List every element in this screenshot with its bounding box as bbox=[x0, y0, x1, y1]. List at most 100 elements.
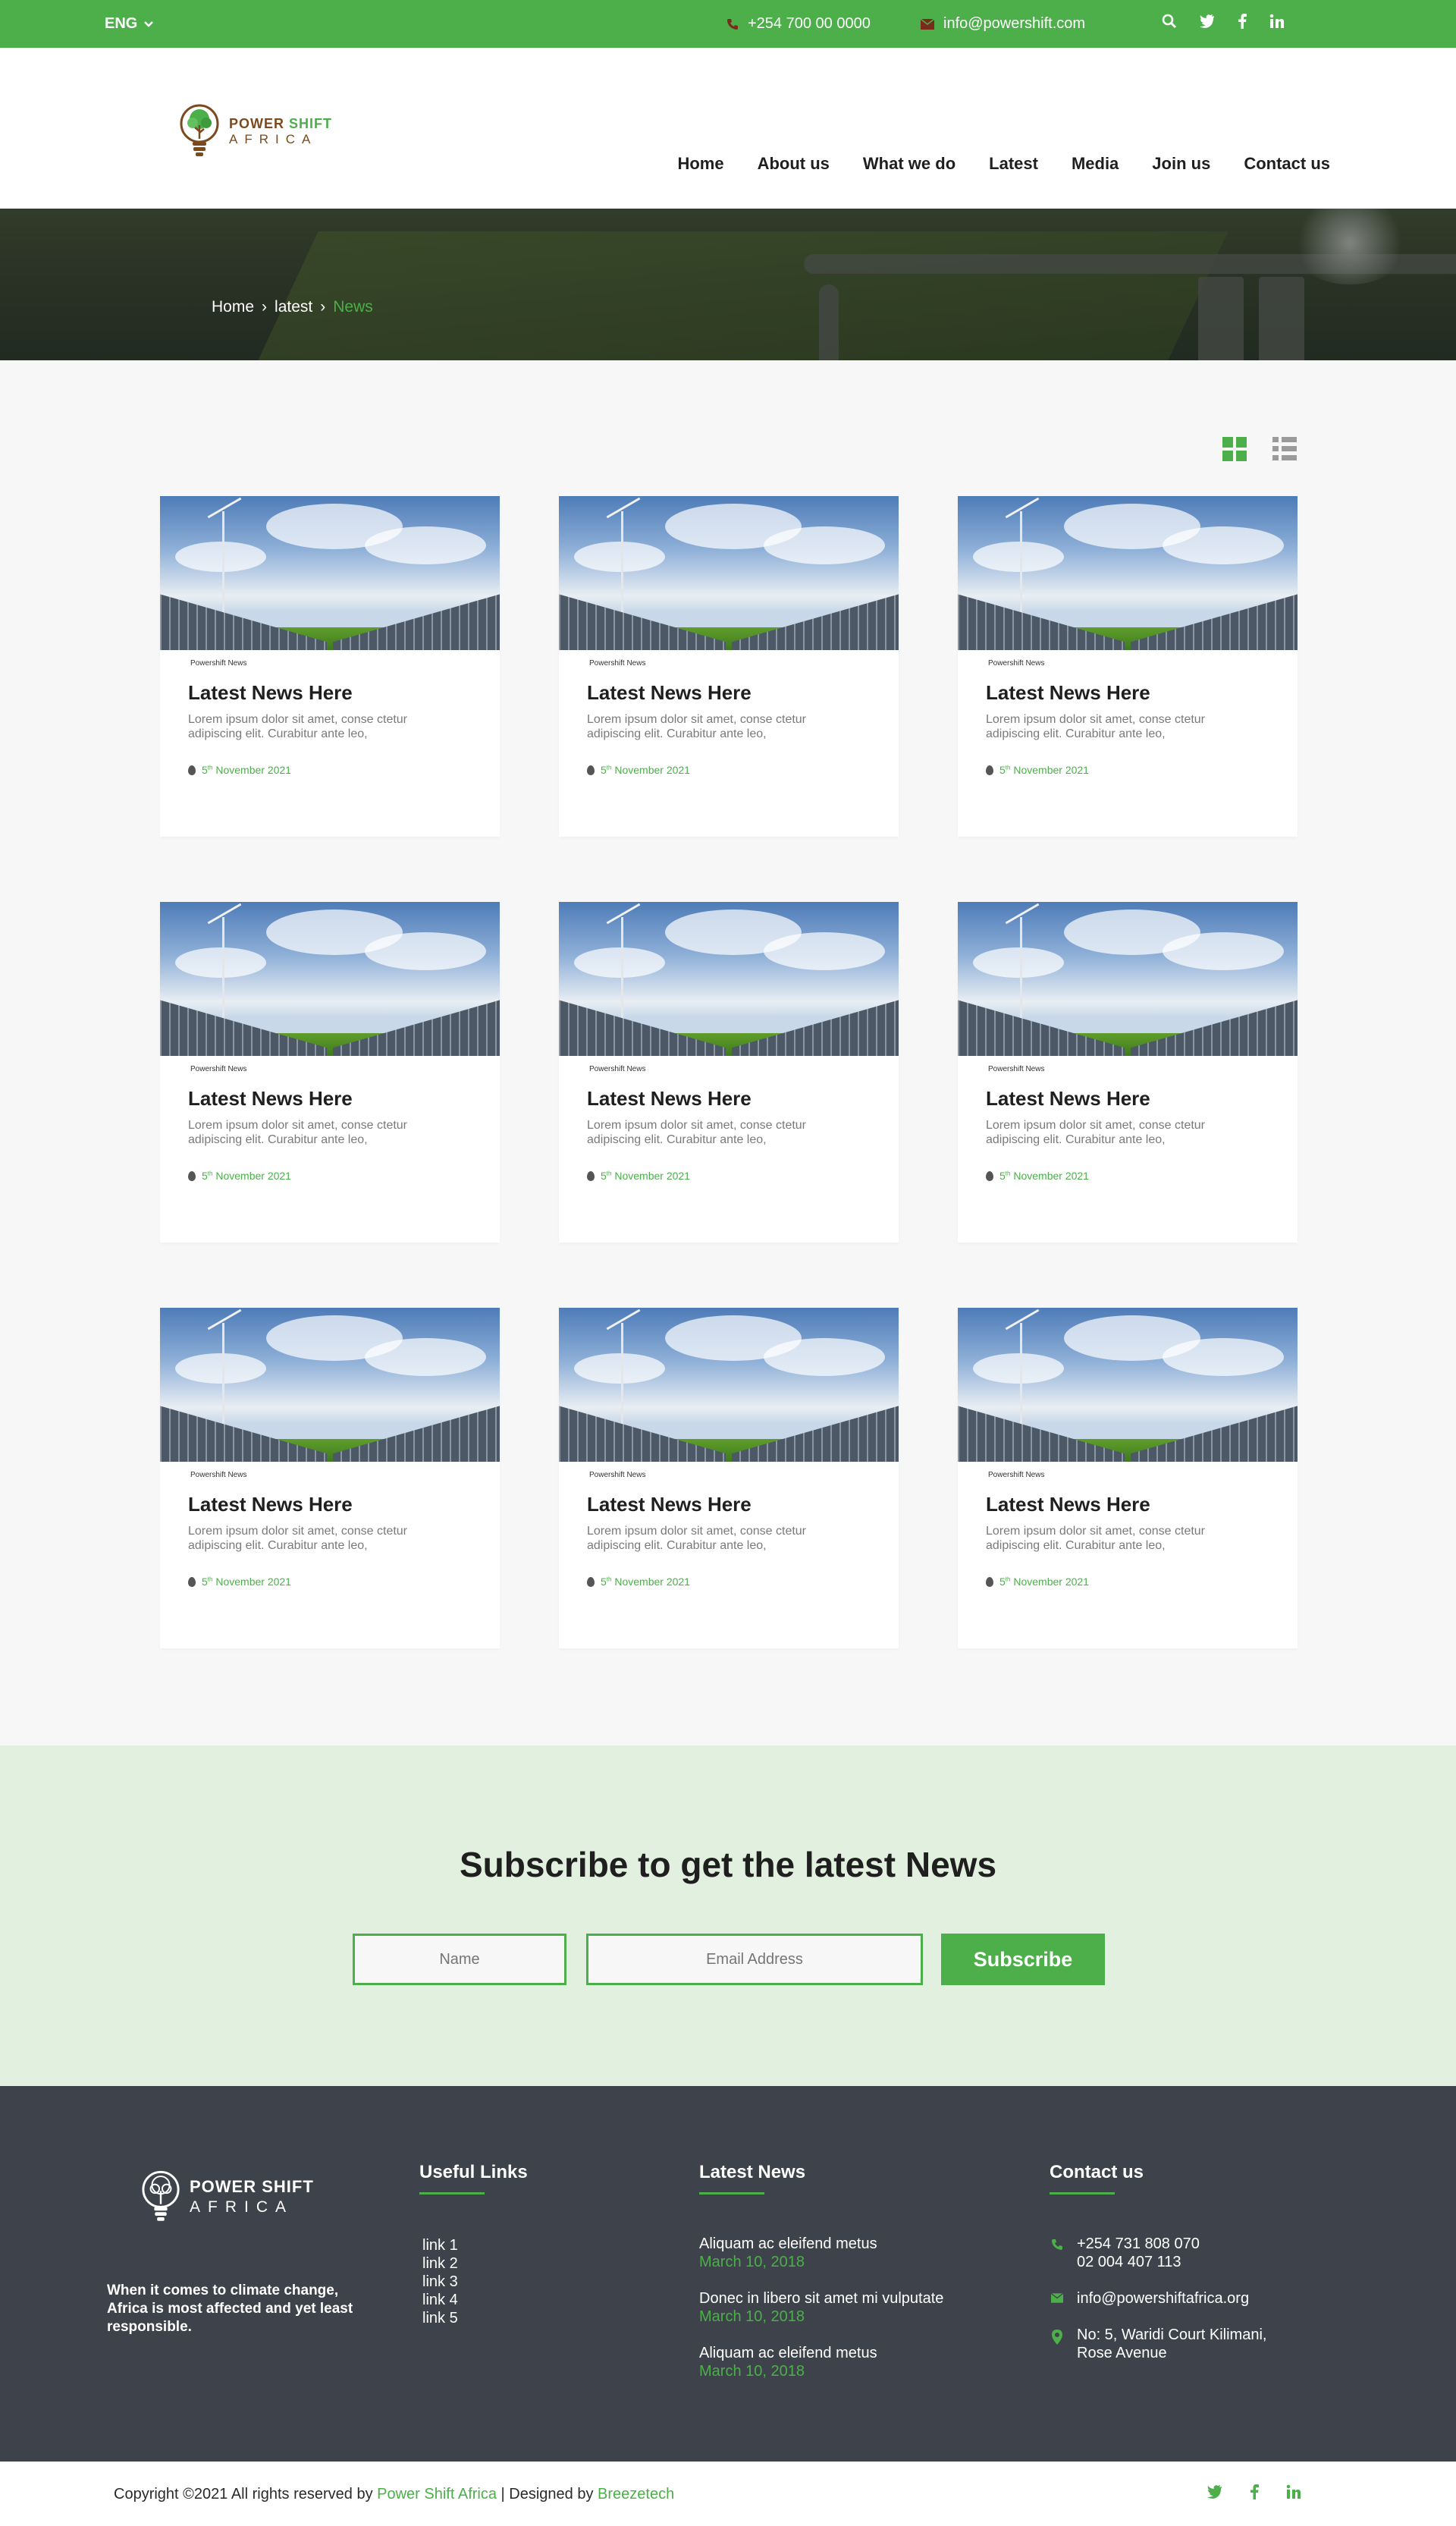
news-card-tag: Powershift News bbox=[589, 1065, 646, 1073]
news-card-date: 5th November 2021 bbox=[188, 1170, 472, 1182]
subscribe-name-input[interactable] bbox=[353, 1934, 566, 1985]
news-card-tag: Powershift News bbox=[988, 659, 1045, 668]
topbar-email-text: info@powershift.com bbox=[943, 15, 1086, 32]
nav-media[interactable]: Media bbox=[1072, 154, 1119, 174]
footer-contact-email[interactable]: info@powershiftafrica.org bbox=[1051, 2289, 1266, 2308]
footer-news-title-text: Aliquam ac eleifend metus bbox=[699, 2235, 877, 2252]
topbar-phone[interactable]: +254 700 00 0000 bbox=[726, 15, 871, 33]
news-card[interactable]: Powershift News Latest News Here Lorem ips… bbox=[160, 902, 500, 1243]
news-card-date-day: 5 bbox=[999, 764, 1006, 776]
news-card-image[interactable] bbox=[559, 496, 899, 650]
footer-link-5[interactable]: link 5 bbox=[422, 2309, 458, 2327]
news-card[interactable]: Powershift News Latest News Here Lorem ips… bbox=[160, 496, 500, 837]
copyright-mid: | Designed by bbox=[496, 2486, 598, 2502]
subscribe-button[interactable]: Subscribe bbox=[941, 1934, 1105, 1985]
breadcrumb-latest[interactable]: latest bbox=[275, 298, 312, 316]
news-card-excerpt: Lorem ipsum dolor sit amet, conse ctetur… bbox=[986, 1525, 1206, 1552]
news-card-date: 5th November 2021 bbox=[986, 1576, 1269, 1588]
site-logo[interactable]: POWER SHIFT AFRICA bbox=[179, 102, 332, 160]
linkedin-icon[interactable] bbox=[1269, 14, 1285, 29]
news-card-image[interactable] bbox=[958, 902, 1298, 1056]
nav-home[interactable]: Home bbox=[677, 154, 723, 174]
news-card-excerpt: Lorem ipsum dolor sit amet, conse ctetur… bbox=[188, 1525, 408, 1552]
footer-news-item[interactable]: Aliquam ac eleifend metus March 10, 2018 bbox=[699, 2235, 1003, 2271]
news-card-date-day: 5 bbox=[999, 1576, 1006, 1588]
news-card-image[interactable] bbox=[160, 1308, 500, 1462]
news-card-image[interactable] bbox=[160, 902, 500, 1056]
footer-news-item[interactable]: Donec in libero sit amet mi vulputate Mar… bbox=[699, 2289, 1003, 2326]
twitter-icon[interactable] bbox=[1207, 2484, 1222, 2499]
language-selector[interactable]: ENG bbox=[105, 15, 154, 33]
footer-contact-phone[interactable]: +254 731 808 070 02 004 407 113 bbox=[1051, 2235, 1266, 2271]
news-card[interactable]: Powershift News Latest News Here Lorem ips… bbox=[958, 496, 1298, 837]
footer-news-date: March 10, 2018 bbox=[699, 2254, 805, 2270]
footer-contact-address: No: 5, Waridi Court Kilimani, Rose Avenue bbox=[1051, 2326, 1266, 2362]
topbar-email[interactable]: info@powershift.com bbox=[921, 15, 1085, 33]
flame-icon bbox=[587, 765, 595, 775]
footer-logo[interactable]: POWER SHIFT AFRICA bbox=[141, 2168, 314, 2226]
flame-icon bbox=[986, 1170, 993, 1181]
news-card[interactable]: Powershift News Latest News Here Lorem ips… bbox=[958, 1308, 1298, 1648]
phone-icon bbox=[1052, 2239, 1062, 2250]
footer-logo-line1: POWER SHIFT bbox=[190, 2177, 314, 2196]
news-card-title[interactable]: Latest News Here bbox=[986, 1493, 1269, 1516]
flame-icon bbox=[986, 1576, 993, 1587]
main-nav: Home About us What we do Latest Media Jo… bbox=[677, 154, 1330, 174]
designer-link[interactable]: Breezetech bbox=[598, 2486, 674, 2502]
news-card-tag: Powershift News bbox=[190, 1065, 247, 1073]
news-card[interactable]: Powershift News Latest News Here Lorem ips… bbox=[559, 902, 899, 1243]
list-view-icon[interactable] bbox=[1272, 437, 1297, 461]
news-card-date-rest: November 2021 bbox=[1010, 764, 1089, 776]
news-card-date-rest: November 2021 bbox=[212, 1576, 291, 1588]
news-card-title[interactable]: Latest News Here bbox=[587, 1087, 871, 1111]
facebook-icon[interactable] bbox=[1238, 14, 1247, 29]
logo-word-shift: SHIFT bbox=[289, 116, 333, 131]
news-card-image[interactable] bbox=[958, 496, 1298, 650]
news-grid: Powershift News Latest News Here Lorem ips… bbox=[160, 496, 1298, 1648]
news-card-title[interactable]: Latest News Here bbox=[587, 681, 871, 705]
news-card-title[interactable]: Latest News Here bbox=[188, 1493, 472, 1516]
news-card-title[interactable]: Latest News Here bbox=[188, 1087, 472, 1111]
nav-latest[interactable]: Latest bbox=[989, 154, 1038, 174]
footer-news-title-text: Donec in libero sit amet mi vulputate bbox=[699, 2290, 944, 2307]
news-card[interactable]: Powershift News Latest News Here Lorem ips… bbox=[559, 1308, 899, 1648]
topbar-phone-text: +254 700 00 0000 bbox=[748, 15, 871, 32]
news-card[interactable]: Powershift News Latest News Here Lorem ips… bbox=[160, 1308, 500, 1648]
footer-link-3[interactable]: link 3 bbox=[422, 2273, 458, 2291]
subscribe-section: Subscribe to get the latest News Subscri… bbox=[0, 1745, 1456, 2086]
twitter-icon[interactable] bbox=[1200, 14, 1215, 29]
linkedin-icon[interactable] bbox=[1286, 2484, 1301, 2499]
news-card-title[interactable]: Latest News Here bbox=[587, 1493, 871, 1516]
news-card-image[interactable] bbox=[559, 1308, 899, 1462]
news-card-date: 5th November 2021 bbox=[188, 1576, 472, 1588]
news-card-date-day: 5 bbox=[601, 1576, 607, 1588]
breadcrumb-home[interactable]: Home bbox=[212, 298, 254, 316]
news-card-title[interactable]: Latest News Here bbox=[986, 681, 1269, 705]
footer-news-item[interactable]: Aliquam ac eleifend metus March 10, 2018 bbox=[699, 2344, 1003, 2380]
news-card-date-rest: November 2021 bbox=[611, 1576, 690, 1588]
subscribe-email-input[interactable] bbox=[586, 1934, 923, 1985]
news-card-image[interactable] bbox=[559, 902, 899, 1056]
site-header: POWER SHIFT AFRICA Home About us What we… bbox=[0, 48, 1456, 209]
nav-about-us[interactable]: About us bbox=[758, 154, 830, 174]
news-card-excerpt: Lorem ipsum dolor sit amet, conse ctetur… bbox=[587, 713, 807, 740]
news-card[interactable]: Powershift News Latest News Here Lorem ips… bbox=[559, 496, 899, 837]
nav-contact-us[interactable]: Contact us bbox=[1244, 154, 1330, 174]
news-card-image[interactable] bbox=[958, 1308, 1298, 1462]
copyright-org-link[interactable]: Power Shift Africa bbox=[377, 2486, 497, 2502]
nav-join-us[interactable]: Join us bbox=[1152, 154, 1210, 174]
news-card-title[interactable]: Latest News Here bbox=[986, 1087, 1269, 1111]
news-card[interactable]: Powershift News Latest News Here Lorem ips… bbox=[958, 902, 1298, 1243]
footer-news-date: March 10, 2018 bbox=[699, 2363, 805, 2380]
search-icon[interactable] bbox=[1162, 14, 1177, 29]
news-card-excerpt: Lorem ipsum dolor sit amet, conse ctetur… bbox=[986, 713, 1206, 740]
nav-what-we-do[interactable]: What we do bbox=[863, 154, 956, 174]
footer-link-4[interactable]: link 4 bbox=[422, 2291, 458, 2309]
news-card-image[interactable] bbox=[160, 496, 500, 650]
facebook-icon[interactable] bbox=[1250, 2484, 1259, 2499]
footer-about: When it comes to climate change, Africa … bbox=[107, 2283, 353, 2335]
news-card-title[interactable]: Latest News Here bbox=[188, 681, 472, 705]
footer-link-1[interactable]: link 1 bbox=[422, 2236, 458, 2254]
grid-view-icon[interactable] bbox=[1222, 437, 1247, 461]
footer-link-2[interactable]: link 2 bbox=[422, 2254, 458, 2273]
